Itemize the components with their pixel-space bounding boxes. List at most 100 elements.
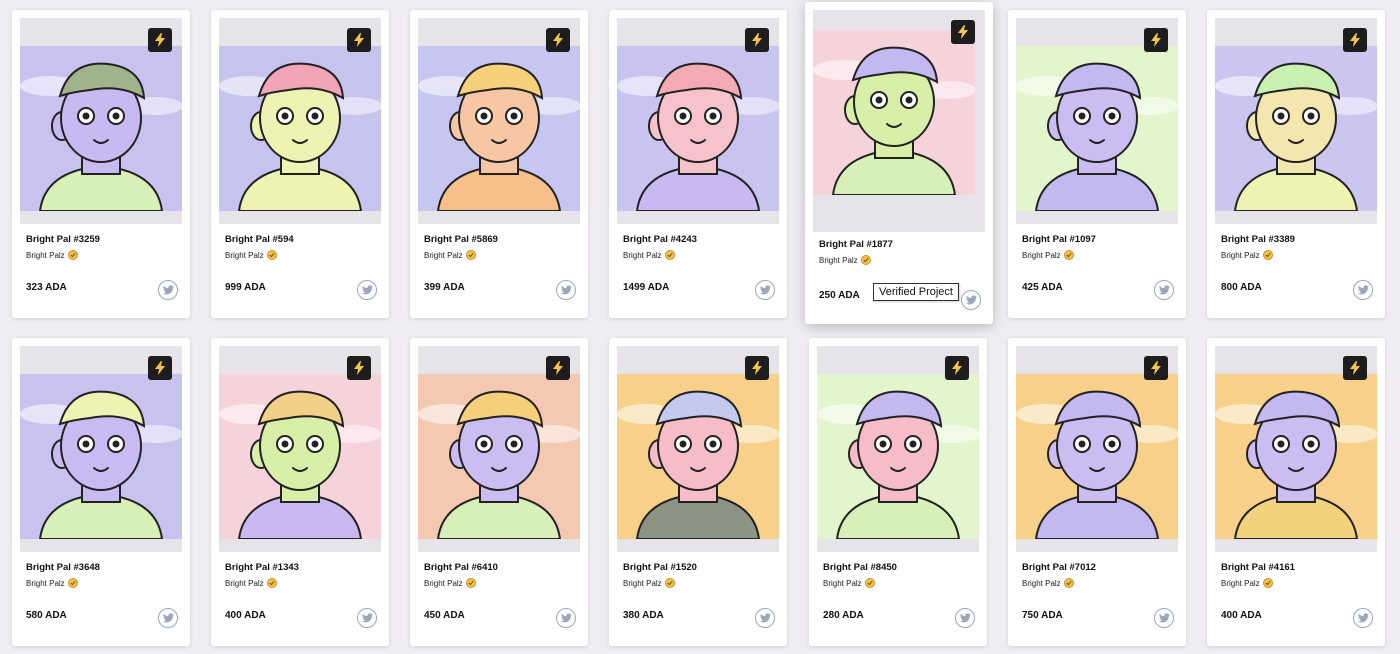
nft-card[interactable]: Bright Pal #3259 Bright Palz 323 ADA: [12, 10, 190, 318]
nft-price: 280 ADA: [823, 610, 864, 621]
nft-name[interactable]: Bright Pal #8450: [823, 562, 897, 573]
nft-name[interactable]: Bright Pal #7012: [1022, 562, 1096, 573]
twitter-icon[interactable]: [357, 280, 377, 300]
twitter-icon[interactable]: [556, 608, 576, 628]
nft-image-frame: [1215, 346, 1377, 552]
collection-name[interactable]: Bright Palz: [1221, 578, 1273, 588]
nft-card[interactable]: Bright Pal #4161 Bright Palz 400 ADA: [1207, 338, 1385, 646]
verified-check-icon[interactable]: [1262, 578, 1273, 588]
verified-check-icon[interactable]: [266, 578, 277, 588]
collection-name[interactable]: Bright Palz: [225, 250, 277, 260]
nft-name[interactable]: Bright Pal #3259: [26, 234, 100, 245]
nft-image-frame: [1016, 18, 1178, 224]
twitter-icon[interactable]: [755, 608, 775, 628]
nft-artwork[interactable]: [617, 374, 779, 539]
nft-artwork[interactable]: [1016, 46, 1178, 211]
verified-check-icon[interactable]: [1063, 578, 1074, 588]
nft-card[interactable]: Bright Pal #594 Bright Palz 999 ADA: [211, 10, 389, 318]
verified-check-icon[interactable]: [860, 255, 871, 265]
twitter-icon[interactable]: [357, 608, 377, 628]
nft-artwork[interactable]: [418, 46, 580, 211]
verified-check-icon[interactable]: [465, 578, 476, 588]
lightning-icon: [148, 356, 172, 380]
verified-check-icon[interactable]: [67, 250, 78, 260]
verified-check-icon[interactable]: [864, 578, 875, 588]
nft-name[interactable]: Bright Pal #1343: [225, 562, 299, 573]
lightning-icon: [1144, 356, 1168, 380]
collection-name[interactable]: Bright Palz: [26, 250, 78, 260]
twitter-icon[interactable]: [158, 608, 178, 628]
verified-check-icon[interactable]: [1262, 250, 1273, 260]
collection-label: Bright Palz: [623, 250, 662, 260]
nft-name[interactable]: Bright Pal #3648: [26, 562, 100, 573]
collection-name[interactable]: Bright Palz: [424, 578, 476, 588]
nft-card[interactable]: Bright Pal #6410 Bright Palz 450 ADA: [410, 338, 588, 646]
nft-name[interactable]: Bright Pal #6410: [424, 562, 498, 573]
nft-card-hovered[interactable]: Bright Pal #1877 Bright Palz 250 ADA: [805, 2, 993, 324]
nft-artwork[interactable]: [219, 46, 381, 211]
collection-name[interactable]: Bright Palz: [225, 578, 277, 588]
nft-image-frame: [418, 346, 580, 552]
nft-artwork[interactable]: [20, 46, 182, 211]
nft-price: 580 ADA: [26, 610, 67, 621]
verified-check-icon[interactable]: [1063, 250, 1074, 260]
nft-name[interactable]: Bright Pal #4243: [623, 234, 697, 245]
nft-name[interactable]: Bright Pal #1520: [623, 562, 697, 573]
nft-card[interactable]: Bright Pal #1097 Bright Palz 425 ADA: [1008, 10, 1186, 318]
collection-name[interactable]: Bright Palz: [26, 578, 78, 588]
collection-name[interactable]: Bright Palz: [1022, 578, 1074, 588]
nft-artwork[interactable]: [1215, 46, 1377, 211]
nft-card[interactable]: Bright Pal #5869 Bright Palz 399 ADA: [410, 10, 588, 318]
collection-name[interactable]: Bright Palz: [819, 255, 871, 265]
collection-name[interactable]: Bright Palz: [424, 250, 476, 260]
collection-label: Bright Palz: [225, 250, 264, 260]
nft-grid: Bright Pal #3259 Bright Palz 323 ADA Bri…: [0, 0, 1400, 654]
collection-name[interactable]: Bright Palz: [1022, 250, 1074, 260]
twitter-icon[interactable]: [1353, 280, 1373, 300]
twitter-icon[interactable]: [556, 280, 576, 300]
nft-name[interactable]: Bright Pal #1877: [819, 239, 893, 250]
verified-check-icon[interactable]: [266, 250, 277, 260]
lightning-icon: [945, 356, 969, 380]
nft-card[interactable]: Bright Pal #1520 Bright Palz 380 ADA: [609, 338, 787, 646]
twitter-icon[interactable]: [1353, 608, 1373, 628]
twitter-icon[interactable]: [955, 608, 975, 628]
twitter-icon[interactable]: [961, 290, 981, 310]
nft-card[interactable]: Bright Pal #1343 Bright Palz 400 ADA: [211, 338, 389, 646]
nft-artwork[interactable]: [1215, 374, 1377, 539]
nft-card[interactable]: Bright Pal #8450 Bright Palz 280 ADA: [809, 338, 987, 646]
verified-check-icon[interactable]: [664, 250, 675, 260]
nft-artwork[interactable]: [813, 30, 985, 206]
lightning-icon: [546, 28, 570, 52]
verified-check-icon[interactable]: [664, 578, 675, 588]
twitter-icon[interactable]: [1154, 608, 1174, 628]
nft-artwork[interactable]: [219, 374, 381, 539]
twitter-icon[interactable]: [158, 280, 178, 300]
nft-name[interactable]: Bright Pal #3389: [1221, 234, 1295, 245]
nft-name[interactable]: Bright Pal #4161: [1221, 562, 1295, 573]
lightning-icon: [951, 20, 975, 44]
nft-name[interactable]: Bright Pal #594: [225, 234, 294, 245]
twitter-icon[interactable]: [1154, 280, 1174, 300]
collection-label: Bright Palz: [623, 578, 662, 588]
collection-name[interactable]: Bright Palz: [623, 250, 675, 260]
collection-name[interactable]: Bright Palz: [1221, 250, 1273, 260]
nft-artwork[interactable]: [418, 374, 580, 539]
nft-artwork[interactable]: [617, 46, 779, 211]
nft-card[interactable]: Bright Pal #3648 Bright Palz 580 ADA: [12, 338, 190, 646]
collection-label: Bright Palz: [1022, 250, 1061, 260]
nft-card[interactable]: Bright Pal #7012 Bright Palz 750 ADA: [1008, 338, 1186, 646]
nft-name[interactable]: Bright Pal #1097: [1022, 234, 1096, 245]
nft-card[interactable]: Bright Pal #4243 Bright Palz 1499 ADA: [609, 10, 787, 318]
nft-artwork[interactable]: [1016, 374, 1178, 539]
collection-name[interactable]: Bright Palz: [823, 578, 875, 588]
twitter-icon[interactable]: [755, 280, 775, 300]
collection-name[interactable]: Bright Palz: [623, 578, 675, 588]
nft-card[interactable]: Bright Pal #3389 Bright Palz 800 ADA: [1207, 10, 1385, 318]
verified-check-icon[interactable]: [465, 250, 476, 260]
nft-artwork[interactable]: [817, 374, 979, 539]
nft-artwork[interactable]: [20, 374, 182, 539]
verified-check-icon[interactable]: [67, 578, 78, 588]
nft-name[interactable]: Bright Pal #5869: [424, 234, 498, 245]
nft-image-frame: [1215, 18, 1377, 224]
